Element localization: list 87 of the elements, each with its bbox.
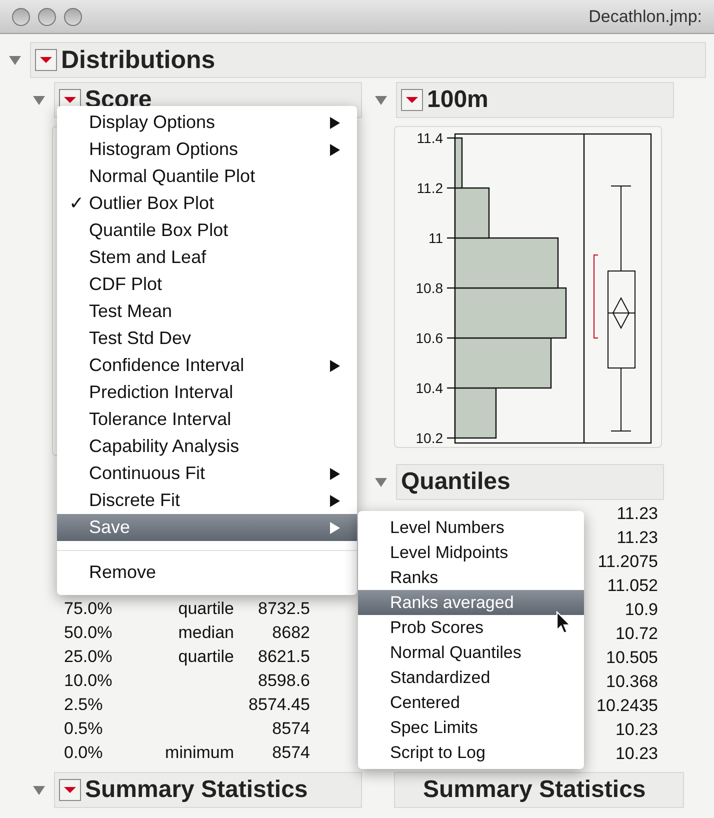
quantile-percent: 10.0% [64, 670, 114, 692]
menu-item[interactable]: Display Options [57, 109, 357, 136]
quantile-value: 11.052 [607, 575, 658, 597]
menu-item[interactable]: Script to Log [358, 740, 584, 765]
quantile-value: 10.23 [615, 719, 658, 741]
section-title: 100m [427, 88, 488, 112]
quantile-value: 8682 [271, 622, 310, 644]
quantile-value: 10.23 [615, 743, 658, 765]
axis-tick-label: 10.2 [416, 431, 443, 445]
menu-item[interactable]: Test Mean [57, 298, 357, 325]
menu-item[interactable]: Ranks [358, 565, 584, 590]
menu-item[interactable]: Standardized [358, 665, 584, 690]
quantile-value: 11.23 [616, 503, 658, 525]
quantile-percent: 75.0% [64, 598, 114, 620]
quantile-percent: 50.0% [64, 622, 114, 644]
quantile-value: 10.505 [606, 647, 658, 669]
menu-item[interactable]: Tolerance Interval [57, 406, 357, 433]
menu-item[interactable]: Ranks averaged [358, 590, 584, 615]
window-title: Decathlon.jmp: [588, 6, 702, 28]
quantile-value: 10.2435 [596, 695, 658, 717]
menu-item[interactable]: ✓ Outlier Box Plot [57, 190, 357, 217]
quantile-value: 8621.5 [257, 646, 310, 668]
axis-tick-label: 10.4 [416, 381, 443, 395]
quantile-value: 10.368 [606, 671, 658, 693]
section-title: Summary Statistics [85, 778, 308, 802]
menu-item[interactable]: Capability Analysis [57, 433, 357, 460]
menu-item[interactable]: Test Std Dev [57, 325, 357, 352]
quantile-label: quartile [177, 598, 234, 620]
dropdown-menu-icon[interactable] [401, 89, 423, 111]
quantile-value: 8574 [271, 718, 310, 740]
quantile-value: 10.72 [615, 623, 658, 645]
menu-item[interactable]: Centered [358, 690, 584, 715]
check-mark: ✓ [69, 192, 85, 215]
window-control-icon[interactable] [64, 8, 82, 26]
menu-item[interactable]: Discrete Fit [57, 487, 357, 514]
window-control-icon[interactable] [38, 8, 56, 26]
dropdown-menu-icon[interactable] [59, 779, 81, 801]
menu-item[interactable]: Prediction Interval [57, 379, 357, 406]
menu-item[interactable]: Spec Limits [358, 715, 584, 740]
quantile-value: 8574 [271, 742, 310, 764]
menu-item[interactable]: Confidence Interval [57, 352, 357, 379]
axis-tick-label: 11.2 [416, 181, 443, 195]
quantile-label: minimum [164, 742, 234, 764]
quantile-value: 11.2075 [598, 551, 658, 573]
menu-item[interactable]: CDF Plot [57, 271, 357, 298]
disclosure-triangle-icon[interactable] [8, 54, 22, 66]
menu-item[interactable]: Normal Quantiles [358, 640, 584, 665]
quantile-percent: 0.5% [64, 718, 104, 740]
axis-tick-label: 10.6 [416, 331, 443, 345]
disclosure-triangle-icon[interactable] [32, 784, 46, 796]
quantile-label: quartile [177, 646, 234, 668]
quantile-value: 10.9 [624, 599, 658, 621]
submenu-arrow-icon [329, 116, 341, 130]
dropdown-menu-icon[interactable] [35, 49, 57, 71]
quantile-value: 11.23 [616, 527, 658, 549]
window-control-icon[interactable] [12, 8, 30, 26]
disclosure-triangle-icon[interactable] [32, 94, 46, 106]
menu-item[interactable]: Save [57, 514, 357, 541]
menu-item[interactable]: Stem and Leaf [57, 244, 357, 271]
menu-item[interactable]: Remove [57, 559, 357, 586]
submenu-arrow-icon [329, 142, 341, 156]
section-title: Quantiles [401, 470, 510, 494]
quantile-percent: 25.0% [64, 646, 114, 668]
quantile-value: 8598.6 [257, 670, 310, 692]
axis-tick-label: 11.4 [416, 131, 443, 145]
disclosure-triangle-icon[interactable] [374, 94, 388, 106]
menu-item[interactable]: Level Numbers [358, 515, 584, 540]
quantile-value: 8732.5 [257, 598, 310, 620]
menu-item[interactable]: Histogram Options [57, 136, 357, 163]
quantile-value: 8574.45 [248, 694, 310, 716]
section-title: Summary Statistics [422, 778, 646, 802]
menu-item[interactable]: Continuous Fit [57, 460, 357, 487]
menu-item[interactable]: Quantile Box Plot [57, 217, 357, 244]
submenu-arrow-icon [329, 466, 341, 480]
disclosure-triangle-icon[interactable] [374, 476, 388, 488]
submenu-arrow-icon [329, 494, 341, 508]
submenu-arrow-icon [329, 520, 341, 534]
axis-tick-label: 11 [428, 231, 443, 245]
menu-item[interactable]: Level Midpoints [358, 540, 584, 565]
menu-item[interactable]: Prob Scores [358, 615, 584, 640]
axis-tick-label: 10.8 [416, 281, 443, 295]
quantile-percent: 0.0% [64, 742, 104, 764]
quantile-percent: 2.5% [64, 694, 104, 716]
menu-item[interactable]: Normal Quantile Plot [57, 163, 357, 190]
submenu-arrow-icon [329, 358, 341, 372]
section-title: Distributions [61, 48, 216, 72]
quantile-label: median [177, 622, 234, 644]
